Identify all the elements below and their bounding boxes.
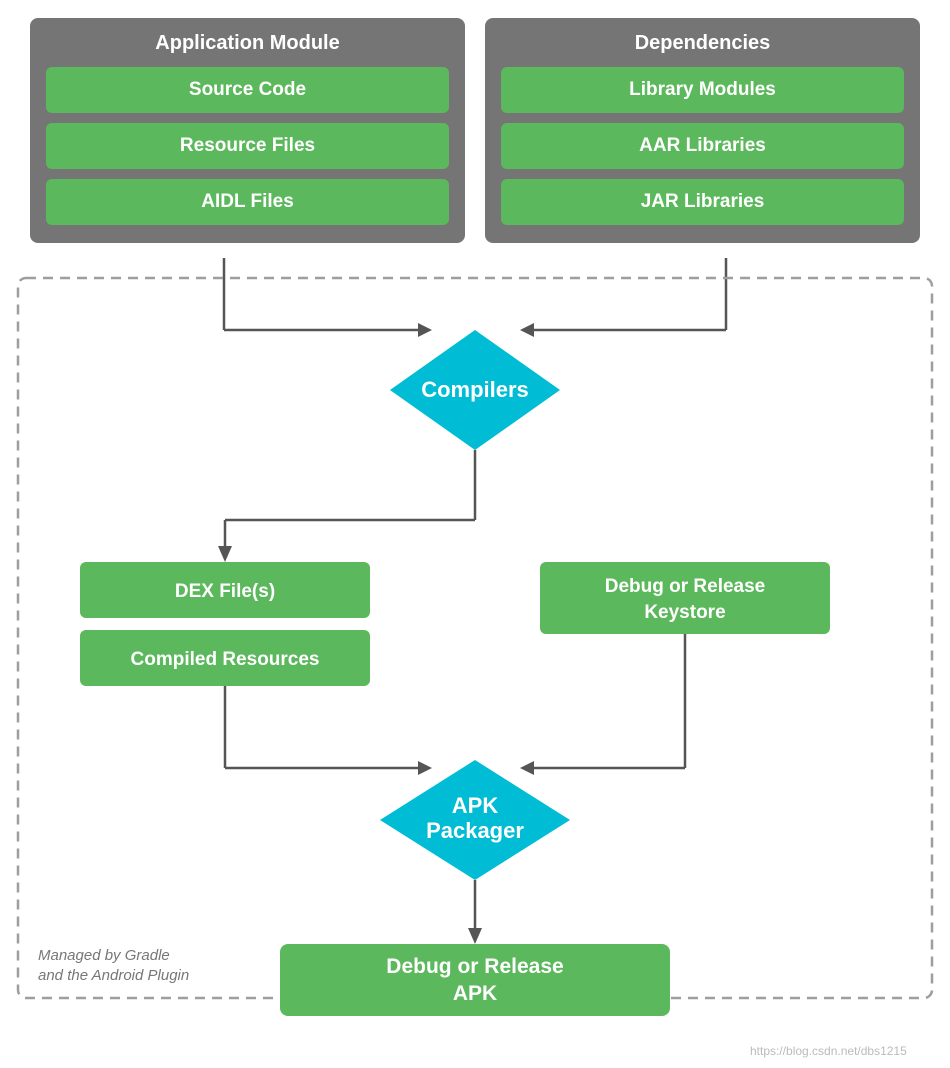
svg-text:DEX File(s): DEX File(s) (175, 581, 275, 602)
svg-text:Compiled Resources: Compiled Resources (131, 649, 320, 670)
svg-text:https://blog.csdn.net/dbs1215: https://blog.csdn.net/dbs1215 (750, 1044, 907, 1058)
svg-text:Debug or Release: Debug or Release (386, 955, 563, 978)
svg-text:Managed by Gradle: Managed by Gradle (38, 947, 170, 964)
svg-text:and the Android Plugin: and the Android Plugin (38, 967, 189, 984)
flow-diagram: Compilers DEX File(s) Compiled Resources… (0, 0, 950, 1068)
svg-text:Debug or Release: Debug or Release (605, 576, 766, 597)
svg-text:Compilers: Compilers (421, 377, 529, 402)
svg-text:APK: APK (452, 793, 499, 818)
svg-text:Keystore: Keystore (644, 602, 725, 623)
diagram-container: Application Module Source Code Resource … (0, 0, 950, 1068)
svg-text:APK: APK (453, 982, 497, 1005)
svg-text:Packager: Packager (426, 818, 524, 843)
